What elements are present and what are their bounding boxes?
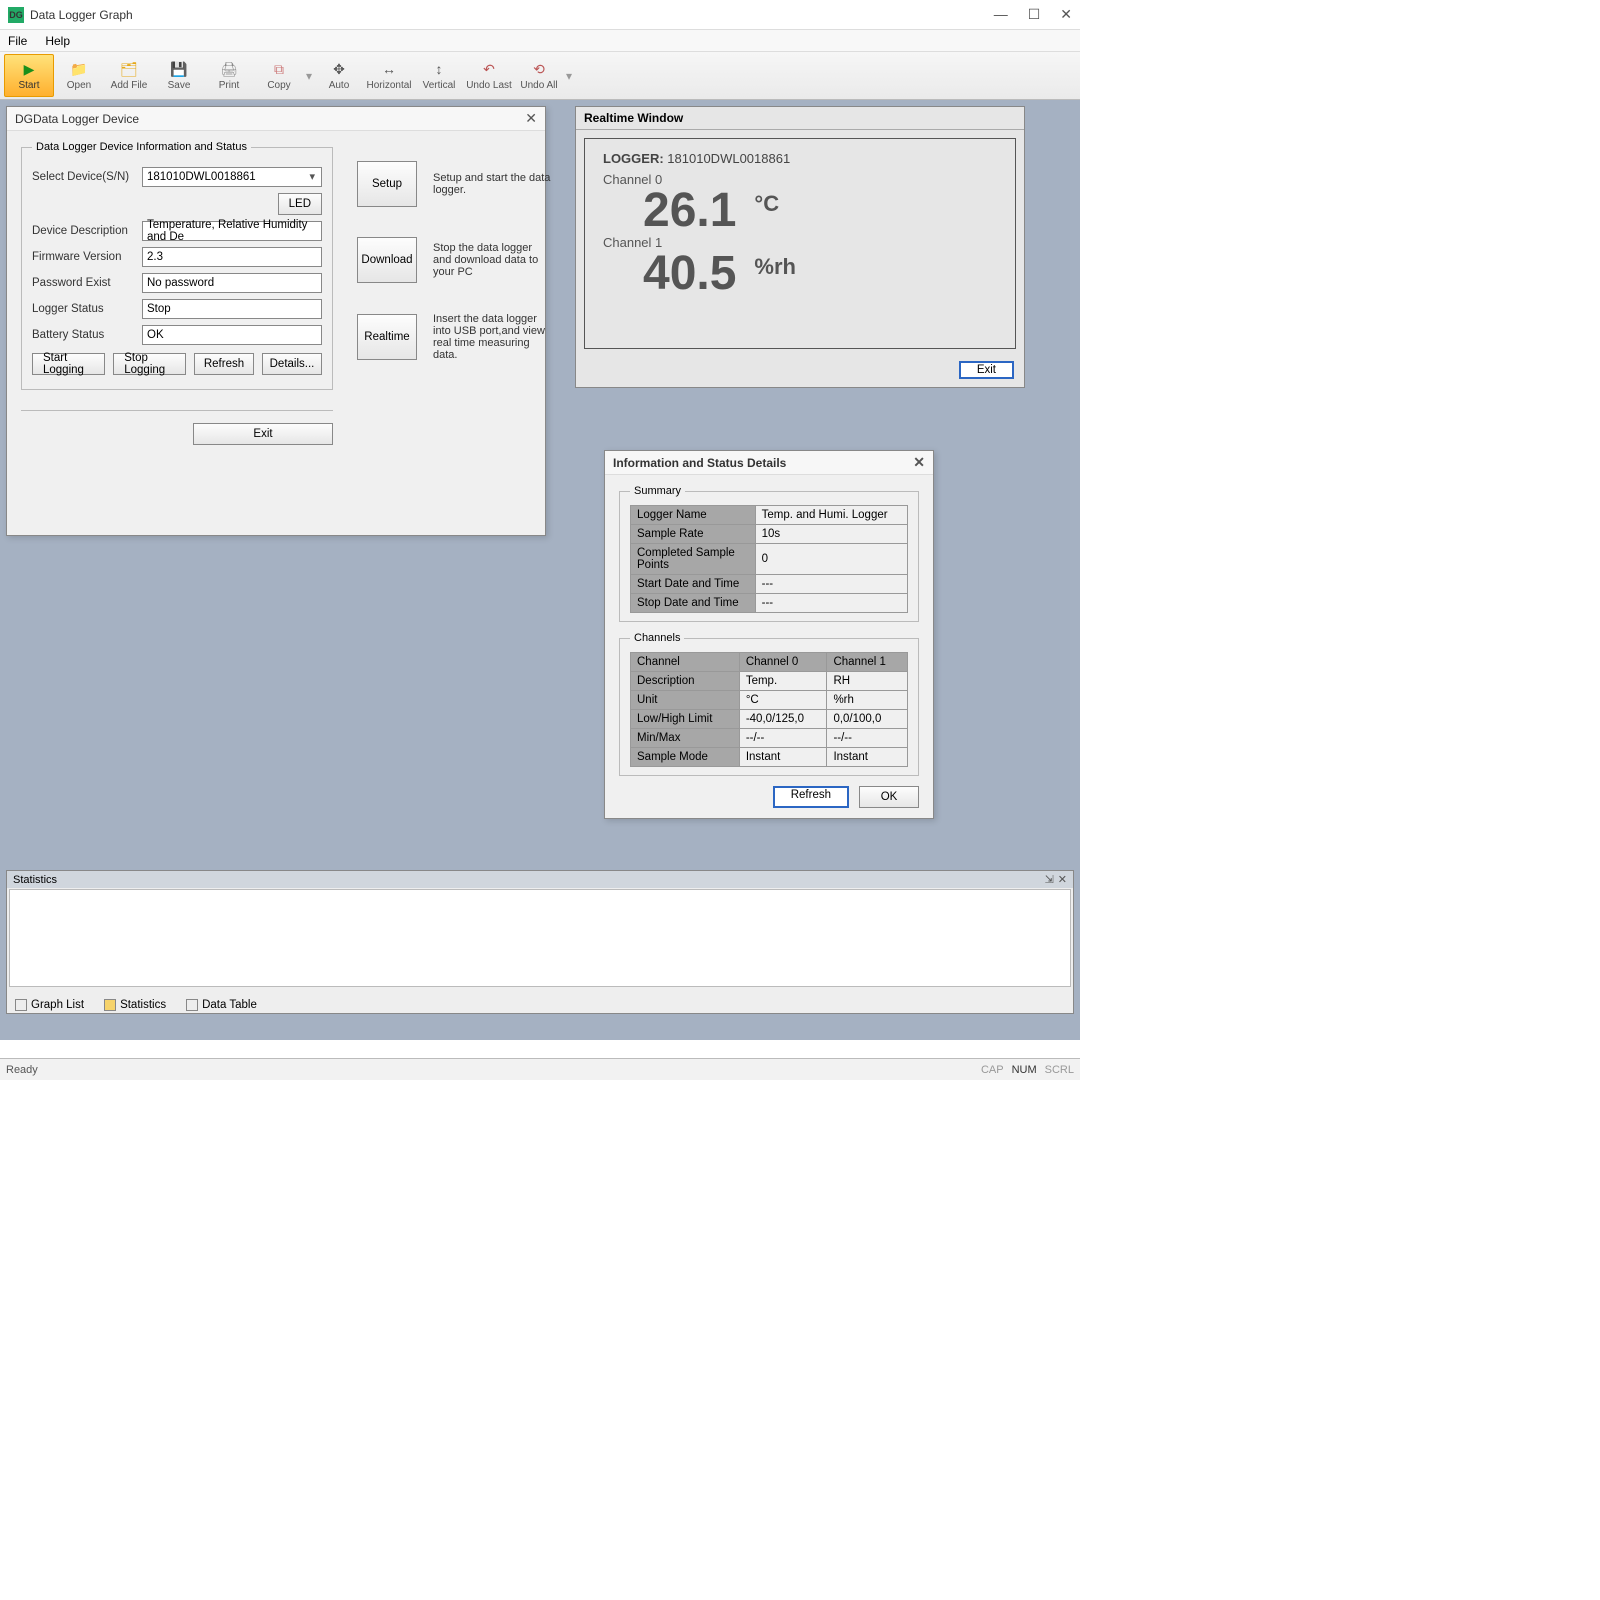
print-icon: 🖨 <box>220 60 238 78</box>
tb-auto[interactable]: ✥Auto <box>314 54 364 97</box>
info-ok-button[interactable]: OK <box>859 786 919 808</box>
logger-id: LOGGER: 181010DWL0018861 <box>603 151 997 166</box>
realtime-panel: Realtime Window LOGGER: 181010DWL0018861… <box>575 106 1025 388</box>
table-icon <box>186 999 198 1011</box>
move-icon: ✥ <box>330 60 348 78</box>
info-dialog-title: Information and Status Details ✕ <box>605 451 933 475</box>
app-window: DG Data Logger Graph — ☐ ✕ File Help ▶St… <box>0 0 1080 1080</box>
menu-bar: File Help <box>0 30 1080 52</box>
status-bar: Ready CAP NUM SCRL <box>0 1058 1080 1080</box>
details-button[interactable]: Details... <box>262 353 322 375</box>
list-icon <box>15 999 27 1011</box>
channel1-reading: 40.5%rh <box>603 250 997 298</box>
realtime-title: Realtime Window <box>576 107 1024 130</box>
toolbar-separator-2: ▾ <box>566 54 572 97</box>
realtime-button[interactable]: Realtime <box>357 314 417 360</box>
tab-data-table[interactable]: Data Table <box>182 999 261 1011</box>
tab-graph-list[interactable]: Graph List <box>11 999 88 1011</box>
channels-table: ChannelChannel 0Channel 1 DescriptionTem… <box>630 652 908 767</box>
tb-copy[interactable]: ⧉Copy <box>254 54 304 97</box>
refresh-button[interactable]: Refresh <box>194 353 254 375</box>
copy-icon: ⧉ <box>270 60 288 78</box>
statistics-panel: Statistics ⇲✕ Graph List Statistics Data… <box>6 870 1074 1014</box>
maximize-icon[interactable]: ☐ <box>1028 6 1041 23</box>
statistics-body <box>9 889 1071 987</box>
channels-group: Channels ChannelChannel 0Channel 1 Descr… <box>619 632 919 776</box>
status-cap: CAP <box>981 1064 1004 1076</box>
download-hint: Stop the data logger and download data t… <box>433 242 553 278</box>
summary-table: Logger NameTemp. and Humi. Logger Sample… <box>630 505 908 613</box>
status-ready: Ready <box>6 1064 38 1076</box>
battery-field: OK <box>142 325 322 345</box>
workspace: DG Data Logger Device ✕ Data Logger Devi… <box>0 100 1080 1040</box>
title-bar: DG Data Logger Graph — ☐ ✕ <box>0 0 1080 30</box>
tb-horizontal[interactable]: ↔Horizontal <box>364 54 414 97</box>
undoall-icon: ⟲ <box>530 60 548 78</box>
status-label: Logger Status <box>32 303 132 315</box>
panel-close-icon[interactable]: ✕ <box>1058 873 1067 886</box>
tb-open[interactable]: 📁Open <box>54 54 104 97</box>
pw-label: Password Exist <box>32 277 132 289</box>
channel0-reading: 26.1°C <box>603 187 997 235</box>
tb-vertical[interactable]: ↕Vertical <box>414 54 464 97</box>
download-button[interactable]: Download <box>357 237 417 283</box>
select-device-label: Select Device(S/N) <box>32 171 132 183</box>
battery-label: Battery Status <box>32 329 132 341</box>
tb-addfile[interactable]: 🗂Add File <box>104 54 154 97</box>
info-dialog: Information and Status Details ✕ Summary… <box>604 450 934 819</box>
statistics-title: Statistics ⇲✕ <box>7 871 1073 888</box>
stats-icon <box>104 999 116 1011</box>
device-exit-button[interactable]: Exit <box>193 423 333 445</box>
device-dialog-close-icon[interactable]: ✕ <box>525 110 537 127</box>
setup-button[interactable]: Setup <box>357 161 417 207</box>
info-dialog-close-icon[interactable]: ✕ <box>913 454 925 471</box>
folder-icon: 📁 <box>70 60 88 78</box>
h-arrow-icon: ↔ <box>380 60 398 78</box>
device-dialog-title: DG Data Logger Device ✕ <box>7 107 545 131</box>
fw-label: Firmware Version <box>32 251 132 263</box>
select-device-dropdown[interactable]: 181010DWL0018861 <box>142 167 322 187</box>
tb-start[interactable]: ▶Start <box>4 54 54 97</box>
addfile-icon: 🗂 <box>120 60 138 78</box>
tb-print[interactable]: 🖨Print <box>204 54 254 97</box>
tb-undoall[interactable]: ⟲Undo All <box>514 54 564 97</box>
stop-logging-button[interactable]: Stop Logging <box>113 353 186 375</box>
device-desc-field: Temperature, Relative Humidity and De <box>142 221 322 241</box>
led-button[interactable]: LED <box>278 193 322 215</box>
toolbar: ▶Start 📁Open 🗂Add File 💾Save 🖨Print ⧉Cop… <box>0 52 1080 100</box>
close-icon[interactable]: ✕ <box>1060 6 1072 23</box>
realtime-exit-button[interactable]: Exit <box>959 361 1014 379</box>
device-desc-label: Device Description <box>32 225 132 237</box>
status-scrl: SCRL <box>1045 1064 1074 1076</box>
save-icon: 💾 <box>170 60 188 78</box>
menu-file[interactable]: File <box>8 34 27 48</box>
toolbar-separator: ▾ <box>306 54 312 97</box>
minimize-icon[interactable]: — <box>994 6 1008 23</box>
start-logging-button[interactable]: Start Logging <box>32 353 105 375</box>
app-title: Data Logger Graph <box>30 8 133 22</box>
status-field: Stop <box>142 299 322 319</box>
undo-icon: ↶ <box>480 60 498 78</box>
setup-hint: Setup and start the data logger. <box>433 172 553 196</box>
app-icon: DG <box>8 7 24 23</box>
play-icon: ▶ <box>20 60 38 78</box>
menu-help[interactable]: Help <box>45 34 70 48</box>
device-dialog: DG Data Logger Device ✕ Data Logger Devi… <box>6 106 546 536</box>
info-refresh-button[interactable]: Refresh <box>773 786 849 808</box>
v-arrow-icon: ↕ <box>430 60 448 78</box>
pin-icon[interactable]: ⇲ <box>1045 873 1054 886</box>
pw-field: No password <box>142 273 322 293</box>
realtime-hint: Insert the data logger into USB port,and… <box>433 313 553 361</box>
tb-undolast[interactable]: ↶Undo Last <box>464 54 514 97</box>
tb-save[interactable]: 💾Save <box>154 54 204 97</box>
app-icon-small: DG <box>15 112 29 126</box>
status-num: NUM <box>1012 1064 1037 1076</box>
tab-statistics[interactable]: Statistics <box>100 999 170 1011</box>
device-info-group: Data Logger Device Information and Statu… <box>21 141 333 390</box>
fw-field: 2.3 <box>142 247 322 267</box>
summary-group: Summary Logger NameTemp. and Humi. Logge… <box>619 485 919 622</box>
